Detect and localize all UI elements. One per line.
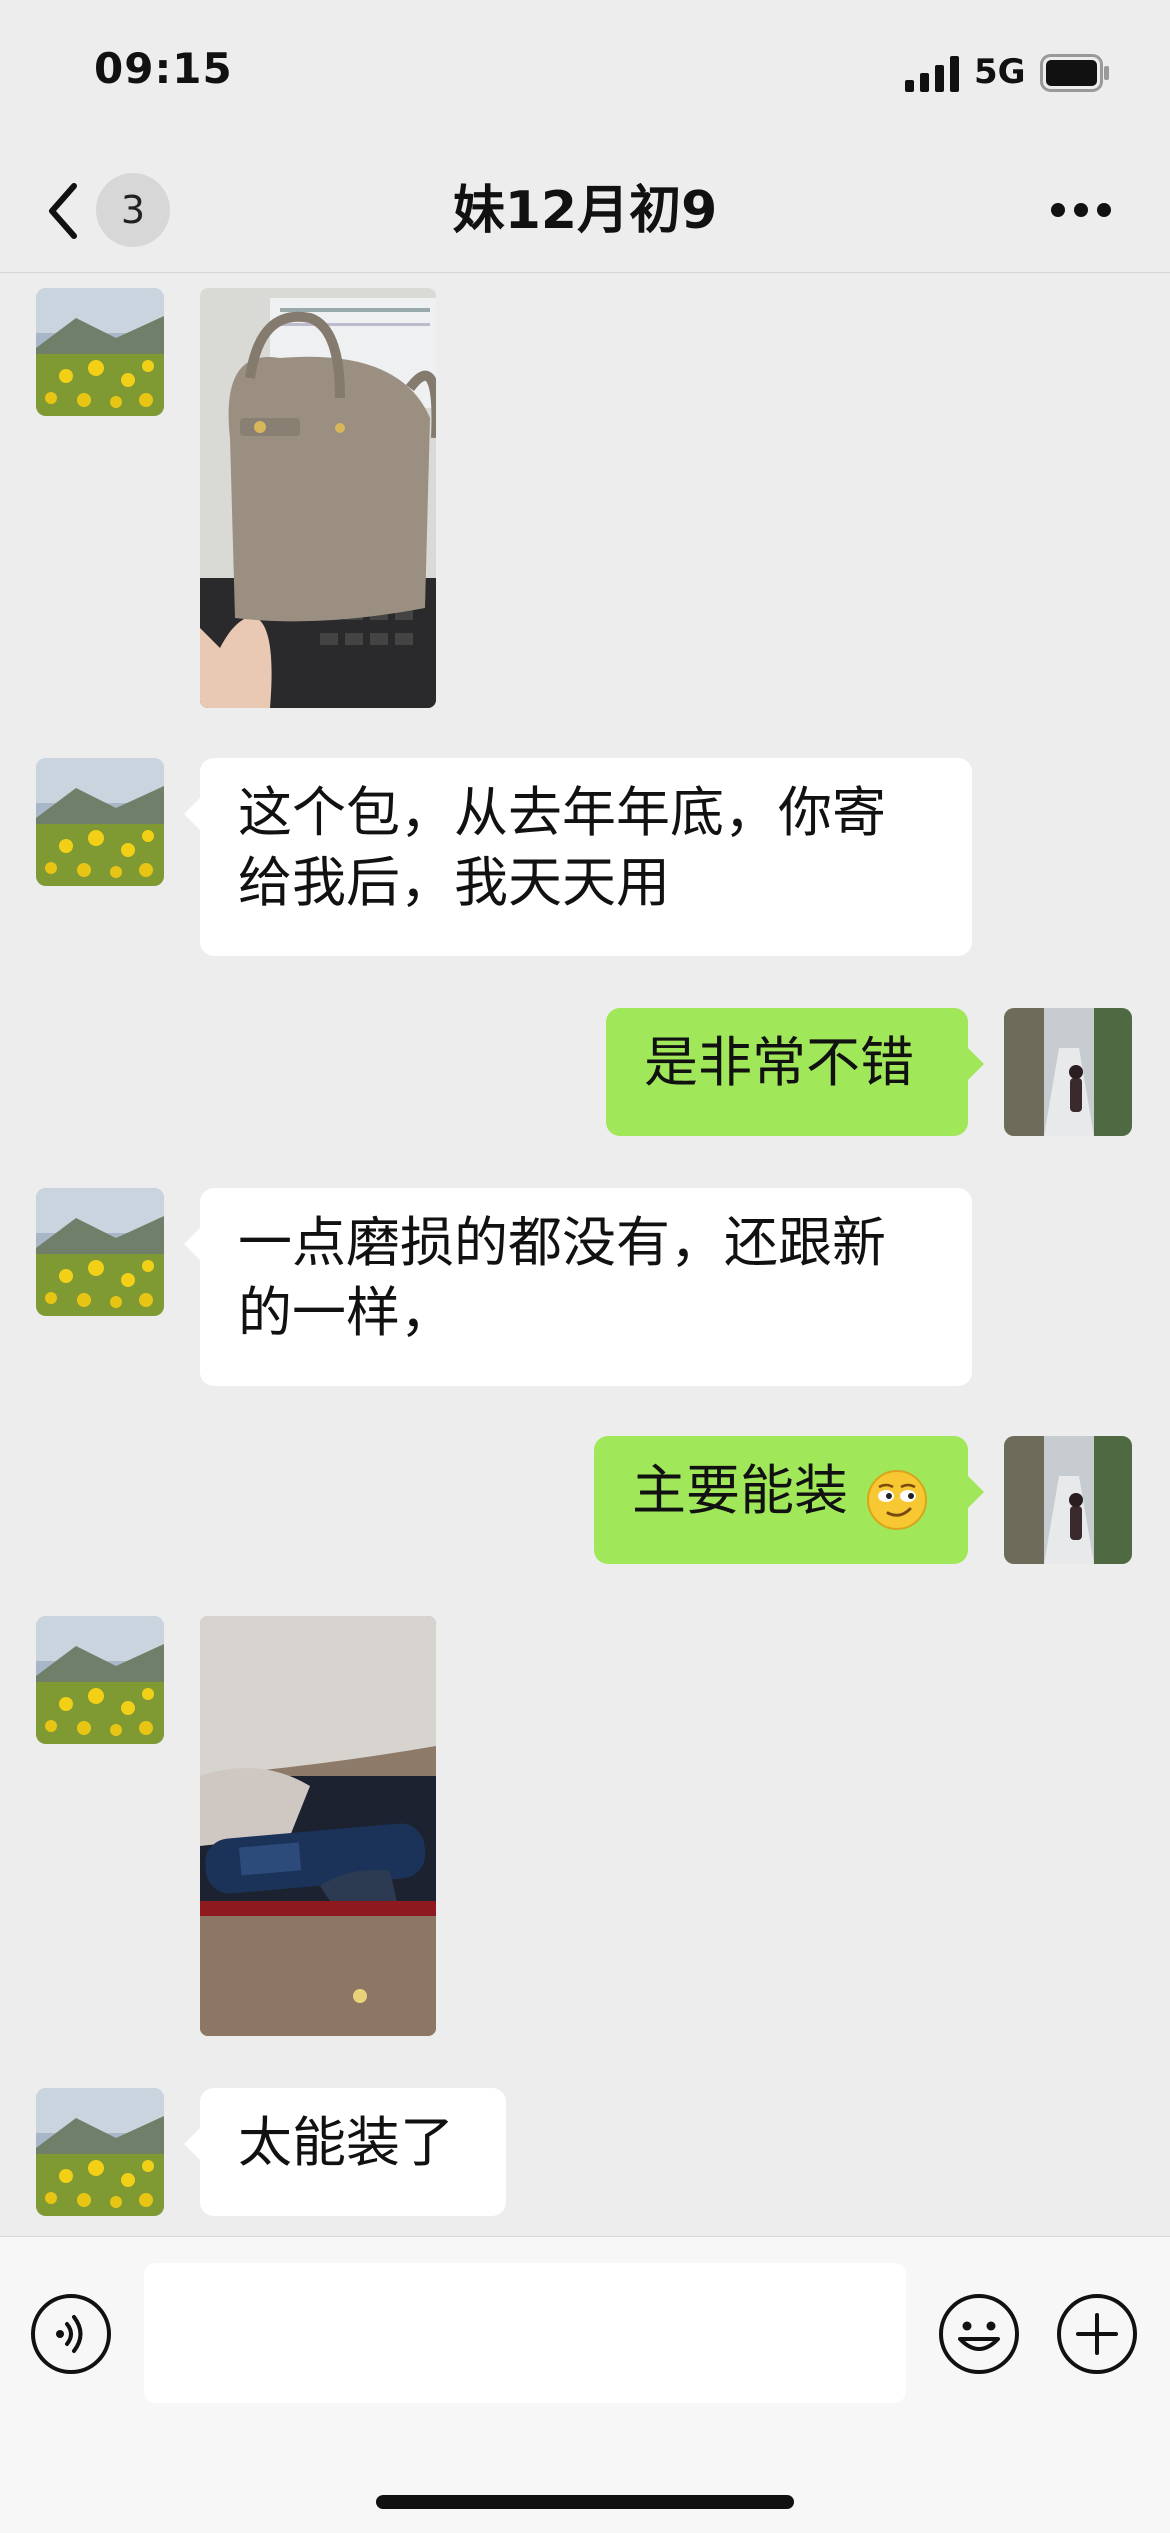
- status-time: 09:15: [94, 44, 233, 93]
- signal-icon: [905, 56, 959, 92]
- contact-avatar[interactable]: [36, 1616, 164, 1744]
- message-text: 主要能装: [632, 1459, 848, 1522]
- message-input[interactable]: [144, 2263, 906, 2403]
- message-text-line: 这个包，从去年年底，你寄: [238, 781, 886, 844]
- message-text: 太能装了: [238, 2111, 454, 2174]
- contact-avatar[interactable]: [36, 2088, 164, 2216]
- handbag-photo[interactable]: [200, 288, 436, 708]
- unread-badge[interactable]: 3: [96, 173, 170, 247]
- self-avatar[interactable]: [1004, 1008, 1132, 1136]
- battery-icon: [1040, 54, 1109, 92]
- message-bubble[interactable]: 这个包，从去年年底，你寄 给我后，我天天用: [184, 758, 972, 956]
- input-bar: [0, 2236, 1170, 2533]
- message-bubble-self[interactable]: 是非常不错: [606, 1008, 984, 1136]
- smirk-emoji-icon: [867, 1470, 927, 1530]
- emoji-icon[interactable]: [938, 2293, 1020, 2375]
- chat-header: 3 妹12月初9: [0, 150, 1170, 273]
- voice-icon[interactable]: [30, 2293, 112, 2375]
- message-text-line: 一点磨损的都没有，还跟新: [238, 1211, 886, 1274]
- status-bar: 09:15 5G: [0, 0, 1170, 150]
- message-bubble-self[interactable]: 主要能装: [594, 1436, 984, 1564]
- plus-icon[interactable]: [1056, 2293, 1138, 2375]
- message-bubble[interactable]: 一点磨损的都没有，还跟新 的一样，: [184, 1188, 972, 1386]
- message-text-line: 给我后，我天天用: [238, 851, 670, 914]
- contact-avatar[interactable]: [36, 1188, 164, 1316]
- network-label: 5G: [974, 52, 1026, 92]
- chat-title: 妹12月初9: [452, 181, 718, 241]
- message-text-line: 的一样，: [238, 1281, 454, 1344]
- home-indicator: [376, 2495, 794, 2509]
- self-avatar[interactable]: [1004, 1436, 1132, 1564]
- contact-avatar[interactable]: [36, 758, 164, 886]
- more-options-icon[interactable]: [1050, 200, 1112, 220]
- message-text: 是非常不错: [644, 1031, 914, 1094]
- contact-avatar[interactable]: [36, 288, 164, 416]
- bag-contents-photo[interactable]: [200, 1616, 436, 2036]
- back-chevron-icon[interactable]: [40, 178, 90, 244]
- message-bubble[interactable]: 太能装了: [184, 2088, 506, 2216]
